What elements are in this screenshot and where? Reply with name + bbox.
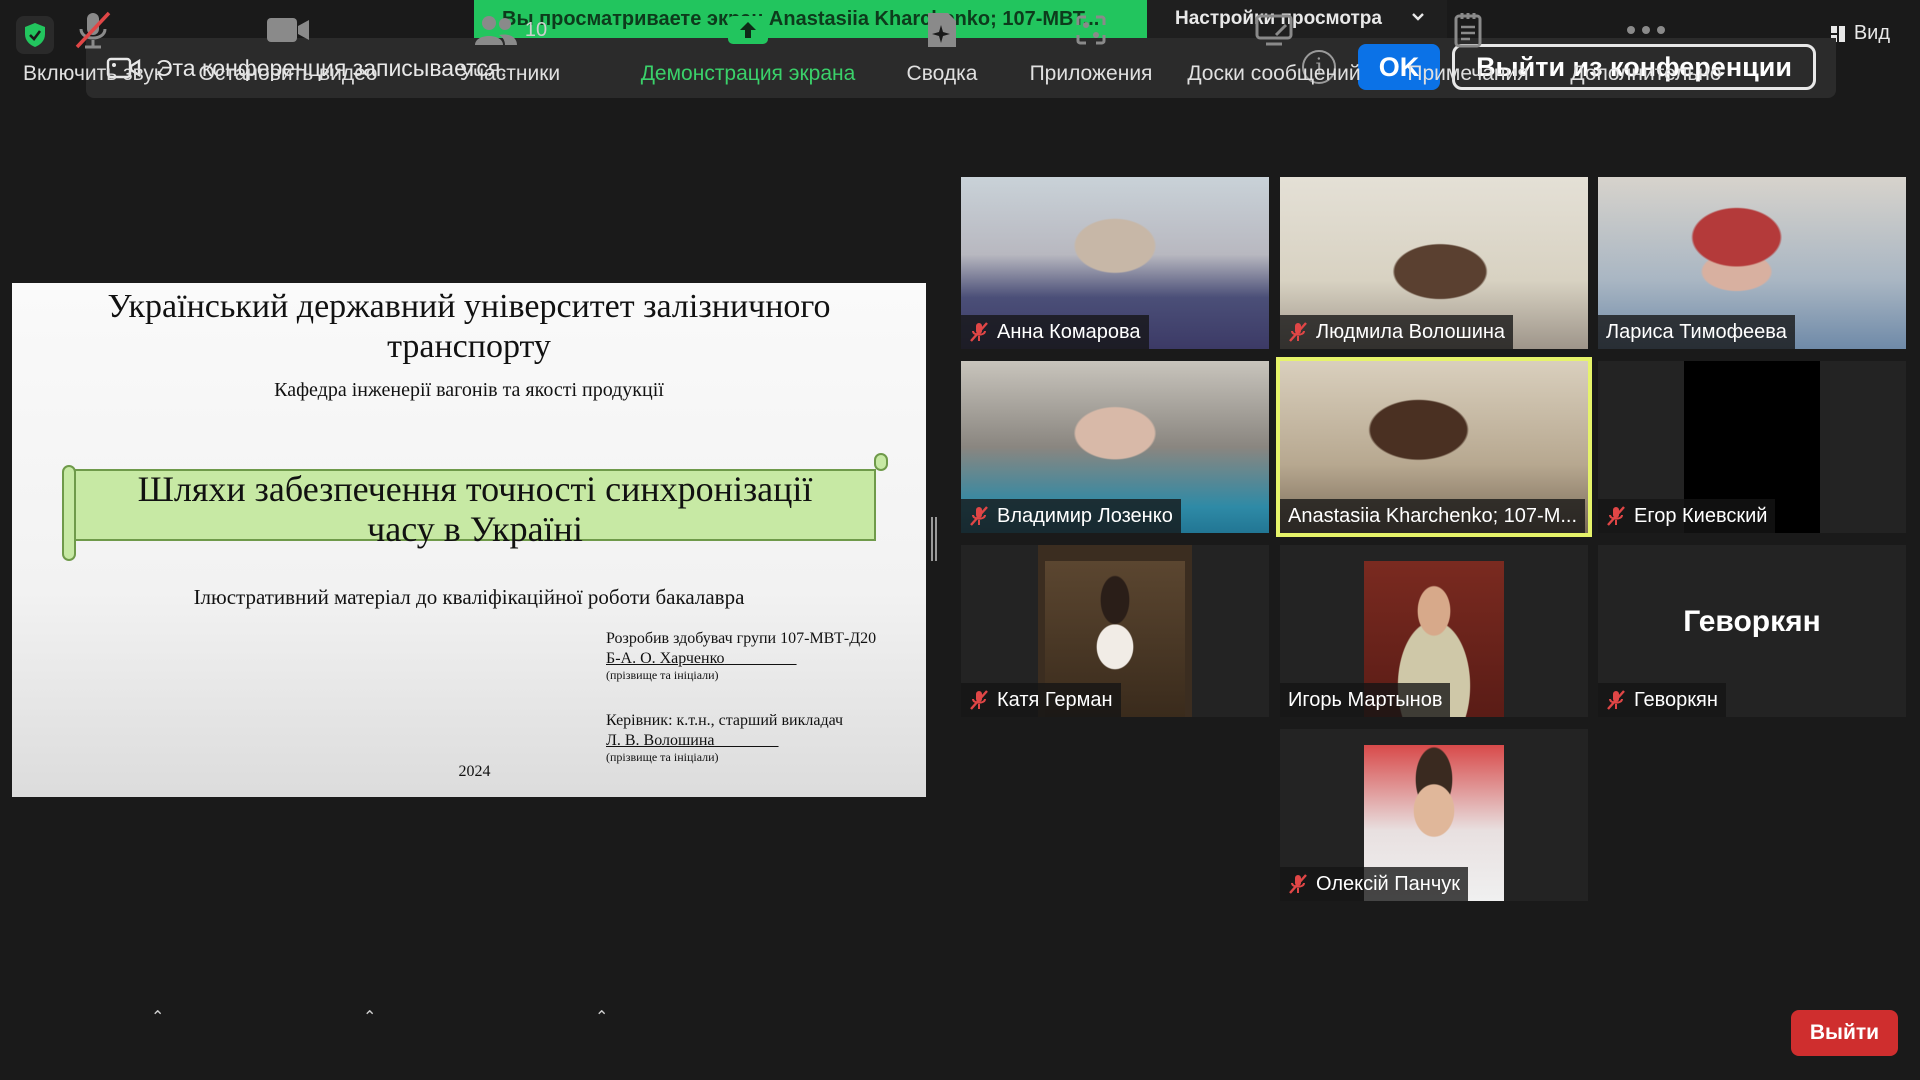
participant-name-tag: Егор Киевский [1598,499,1776,533]
muted-mic-icon [969,321,989,343]
participant-name-tag: Anastasiia Kharchenko; 107-М... [1280,499,1586,533]
audio-options-caret-icon[interactable]: ⌃ [151,1007,164,1027]
participant-name: Людмила Волошина [1316,320,1506,343]
author-spacer [606,681,876,711]
view-button[interactable]: Вид [1830,22,1890,45]
apps-button[interactable]: Приложения [1024,0,1158,105]
scroll-roll-right [874,453,888,471]
slide-author-name: Б-А. О. Харченко [606,650,725,667]
participant-name: Владимир Лозенко [997,504,1173,527]
participant-name-tag: Геворкян [1598,683,1726,717]
slide-university: Український державний університет залізн… [12,287,926,367]
slide-supervisor-name: Л. В. Волошина [606,732,715,749]
whiteboards-label: Доски сообщений [1187,62,1361,85]
participant-name: Анна Комарова [997,320,1141,343]
participant-display-name: Геворкян [1683,605,1821,638]
participants-icon: 10 [473,0,547,60]
active-speaker-tile[interactable]: Anastasiia Kharchenko; 107-М... [1276,357,1592,537]
participant-name: Олексій Панчук [1316,872,1460,895]
participant-name-tag: Игорь Мартынов [1280,683,1451,717]
slide-supervisor-line: Керівник: к.т.н., старший викладач [606,712,844,729]
slide-title-line1: Шляхи забезпечення точності синхронізаці… [137,469,813,509]
participant-tile[interactable]: Геворкян Геворкян [1598,545,1906,717]
participant-tile[interactable]: Лариса Тимофеева [1598,177,1906,349]
muted-mic-icon [1288,873,1308,895]
video-options-caret-icon[interactable]: ⌃ [363,1007,376,1027]
participants-options-caret-icon[interactable]: ⌃ [595,1007,608,1027]
slide-supervisor-hint: (прізвище та ініціали) [606,750,719,764]
unmute-label: Включить звук [22,62,164,85]
slide-year: 2024 [458,763,491,780]
muted-mic-icon [1606,505,1626,527]
slide-author-hint: (прізвище та ініціали) [606,668,719,682]
participant-name: Игорь Мартынов [1288,688,1443,711]
whiteboard-icon [1254,0,1294,60]
participant-name: Катя Герман [997,688,1113,711]
meeting-toolbar [0,975,1920,1080]
participants-button[interactable]: 10 Участники [440,0,580,105]
more-label: Дополнительно [1570,62,1722,85]
participant-tile[interactable]: Владимир Лозенко [961,361,1269,533]
more-button[interactable]: Дополнительно [1562,0,1730,105]
shared-screen-slide: Український державний університет залізн… [12,283,926,797]
share-screen-button[interactable]: Демонстрация экрана [630,0,866,105]
participant-name-tag: Анна Комарова [961,315,1149,349]
notes-label: Примечания [1407,62,1529,85]
whiteboards-button[interactable]: Доски сообщений [1181,0,1367,105]
participant-tile[interactable]: Катя Герман [961,545,1269,717]
stop-video-button[interactable]: Остановить видео [192,0,384,105]
leave-meeting-button[interactable]: Выйти [1791,1010,1898,1056]
slide-author-name-row: Б-А. О. Харченко [606,649,876,669]
participant-name: Егор Киевский [1634,504,1768,527]
summary-button[interactable]: Сводка [892,0,992,105]
slide-illustrative-caption: Ілюстративний матеріал до кваліфікаційно… [193,585,745,609]
participant-name: Лариса Тимофеева [1606,320,1787,343]
unmute-button[interactable]: Включить звук [18,0,168,105]
summary-document-icon [924,0,960,60]
slide-university-line1: Український державний університет залізн… [107,288,831,325]
participant-tile[interactable]: Анна Комарова [961,177,1269,349]
apps-icon [1074,0,1108,60]
split-view-drag-handle[interactable] [931,517,937,561]
video-camera-icon [265,0,311,60]
participant-name-tag: Владимир Лозенко [961,499,1181,533]
zoom-meeting-window: Вы просматриваете экран Anastasiia Kharc… [0,0,1920,1080]
participant-name-tag: Людмила Волошина [1280,315,1514,349]
slide-author-line: Розробив здобувач групи 107-МВТ-Д20 [606,630,877,647]
participant-name-tag: Олексій Панчук [1280,867,1468,901]
participant-name: Геворкян [1634,688,1718,711]
supervisor-underline [715,732,779,749]
participant-tile[interactable]: Егор Киевский [1598,361,1906,533]
participants-label: Участники [459,62,561,85]
participant-name-tag: Катя Герман [961,683,1121,717]
muted-microphone-icon [73,0,113,60]
notes-button[interactable]: Примечания [1398,0,1538,105]
share-screen-label: Демонстрация экрана [640,62,856,85]
slide-department: Кафедра інженерії вагонів та якості прод… [274,379,664,401]
participants-count: 10 [524,18,548,41]
slide-title-line2: часу в Україні [367,509,583,549]
view-button-label: Вид [1853,22,1890,44]
participant-name: Anastasiia Kharchenko; 107-М... [1288,504,1578,527]
summary-label: Сводка [906,62,978,85]
more-dots-icon [1626,0,1666,60]
slide-university-line2: транспорту [387,328,551,365]
muted-mic-icon [1288,321,1308,343]
apps-label: Приложения [1029,62,1153,85]
stop-video-label: Остановить видео [198,62,378,85]
share-screen-icon [726,0,770,60]
author-underline [725,650,797,667]
slide-title: Шляхи забезпечення точності синхронізаці… [74,469,876,549]
participant-tile[interactable]: Людмила Волошина [1280,177,1588,349]
slide-title-scroll: Шляхи забезпечення точності синхронізаці… [62,453,888,561]
slide-author-block: Розробив здобувач групи 107-МВТ-Д20 Б-А.… [606,629,876,763]
notes-icon [1451,0,1485,60]
muted-mic-icon [969,505,989,527]
slide-supervisor-name-row: Л. В. Волошина [606,731,876,751]
participant-tile[interactable]: Игорь Мартынов [1280,545,1588,717]
muted-mic-icon [1606,689,1626,711]
participant-tile[interactable]: Олексій Панчук [1280,729,1588,901]
participant-name-tag: Лариса Тимофеева [1598,315,1795,349]
muted-mic-icon [969,689,989,711]
